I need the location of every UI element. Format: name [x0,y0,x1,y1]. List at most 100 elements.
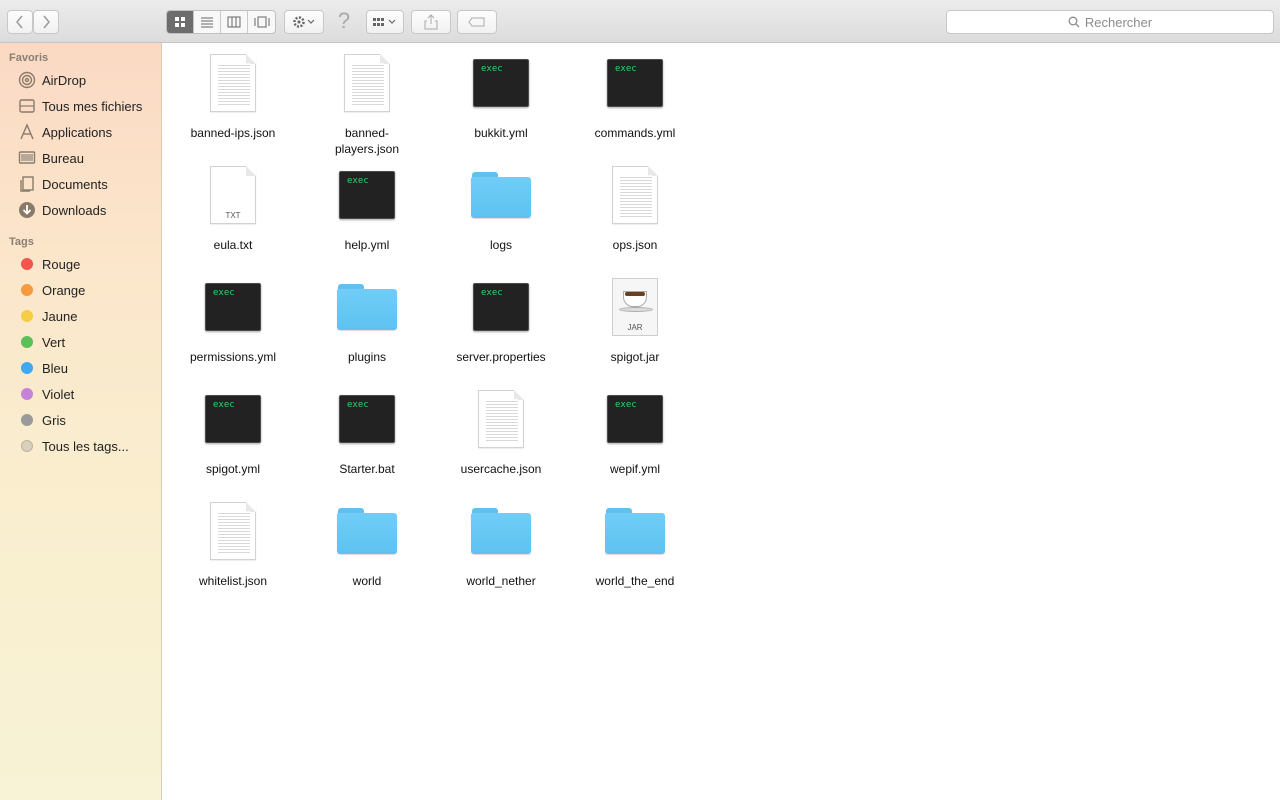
tag-icon [468,17,485,27]
file-item[interactable]: exec bukkit.yml [434,47,568,159]
file-item[interactable]: exec permissions.yml [166,271,300,383]
sidebar-item-all-files[interactable]: Tous mes fichiers [0,94,162,118]
executable-file-icon: exec [203,389,263,449]
sidebar-item-airdrop[interactable]: AirDrop [0,68,162,92]
sidebar-item-desktop[interactable]: Bureau [0,146,162,170]
file-name: spigot.yml [205,462,261,476]
sidebar-item-documents[interactable]: Documents [0,172,162,196]
list-view-button[interactable] [194,11,221,33]
document-file-icon [605,165,665,225]
exec-badge: exec [213,288,235,298]
sidebar-item-applications[interactable]: Applications [0,120,162,144]
file-item[interactable]: banned-players.json [300,47,434,159]
executable-file-icon: exec [203,277,263,337]
folder-icon [337,277,397,337]
file-item[interactable]: TXT eula.txt [166,159,300,271]
file-item[interactable]: usercache.json [434,383,568,495]
executable-file-icon: exec [471,53,531,113]
file-item[interactable]: world_nether [434,495,568,607]
txt-badge: TXT [225,211,241,220]
exec-badge: exec [213,400,235,410]
all-files-icon [17,96,37,116]
grid-icon [175,17,185,27]
sidebar-tag-violet[interactable]: Violet [0,382,162,406]
action-menu-button[interactable] [284,10,324,34]
file-item[interactable]: JAR spigot.jar [568,271,702,383]
exec-badge: exec [481,288,503,298]
exec-badge: exec [615,400,637,410]
file-item[interactable]: banned-ips.json [166,47,300,159]
file-name: commands.yml [594,126,676,140]
file-name: world_nether [466,574,536,588]
file-item[interactable]: whitelist.json [166,495,300,607]
sidebar-tag-rouge[interactable]: Rouge [0,252,162,276]
sidebar-item-downloads[interactable]: Downloads [0,198,162,222]
file-item[interactable]: world_the_end [568,495,702,607]
sidebar-tag-all[interactable]: Tous les tags... [0,434,162,458]
file-name: ops.json [612,238,658,252]
blue-tag-dot [21,362,33,374]
exec-badge: exec [615,64,637,74]
sidebar-tag-vert[interactable]: Vert [0,330,162,354]
sidebar-tag-orange[interactable]: Orange [0,278,162,302]
folder-icon [471,165,531,225]
file-item[interactable]: exec server.properties [434,271,568,383]
toolbar: ? Rechercher [0,0,1280,43]
file-item[interactable]: exec spigot.yml [166,383,300,495]
arrange-button[interactable] [366,10,404,34]
airdrop-icon [17,70,37,90]
folder-icon [605,501,665,561]
chevron-right-icon [43,15,50,29]
file-item[interactable]: logs [434,159,568,271]
file-item[interactable]: plugins [300,271,434,383]
desktop-icon [17,148,37,168]
file-name: plugins [347,350,387,364]
file-name: eula.txt [213,238,253,252]
yellow-tag-dot [21,310,33,322]
executable-file-icon: exec [337,389,397,449]
file-item[interactable]: exec Starter.bat [300,383,434,495]
file-name: server.properties [456,350,546,364]
sidebar-tag-bleu[interactable]: Bleu [0,356,162,380]
edit-tags-button[interactable] [457,10,497,34]
file-name: banned-players.json [334,126,400,156]
downloads-icon [17,200,37,220]
all-tags-dot [21,440,33,452]
java-jar-icon: JAR [605,277,665,337]
applications-icon [17,122,37,142]
chevron-left-icon [16,15,23,29]
column-view-button[interactable] [221,11,248,33]
help-icon[interactable]: ? [334,8,354,34]
share-button[interactable] [411,10,451,34]
icon-view-button[interactable] [167,11,194,33]
file-name: banned-ips.json [190,126,276,140]
documents-icon [17,174,37,194]
folder-icon [471,501,531,561]
cover-flow-button[interactable] [248,11,275,33]
sidebar-tag-gris[interactable]: Gris [0,408,162,432]
file-item[interactable]: exec help.yml [300,159,434,271]
view-mode-selector [166,10,276,34]
file-item[interactable]: exec wepif.yml [568,383,702,495]
exec-badge: exec [347,400,369,410]
search-field[interactable]: Rechercher [946,10,1274,34]
back-button[interactable] [7,10,33,34]
columns-icon [227,16,241,28]
document-file-icon [337,53,397,113]
cover-flow-icon [254,16,269,28]
file-item[interactable]: ops.json [568,159,702,271]
file-name: world [352,574,382,588]
file-name: permissions.yml [189,350,276,364]
file-item[interactable]: exec commands.yml [568,47,702,159]
file-name: whitelist.json [198,574,268,588]
search-placeholder: Rechercher [1084,14,1153,30]
document-file-icon [471,389,531,449]
file-name: help.yml [344,238,390,252]
search-icon [1068,16,1080,28]
file-item[interactable]: world [300,495,434,607]
forward-button[interactable] [33,10,59,34]
folder-icon [337,501,397,561]
file-name: wepif.yml [609,462,660,476]
gear-icon [293,16,315,28]
sidebar-tag-jaune[interactable]: Jaune [0,304,162,328]
